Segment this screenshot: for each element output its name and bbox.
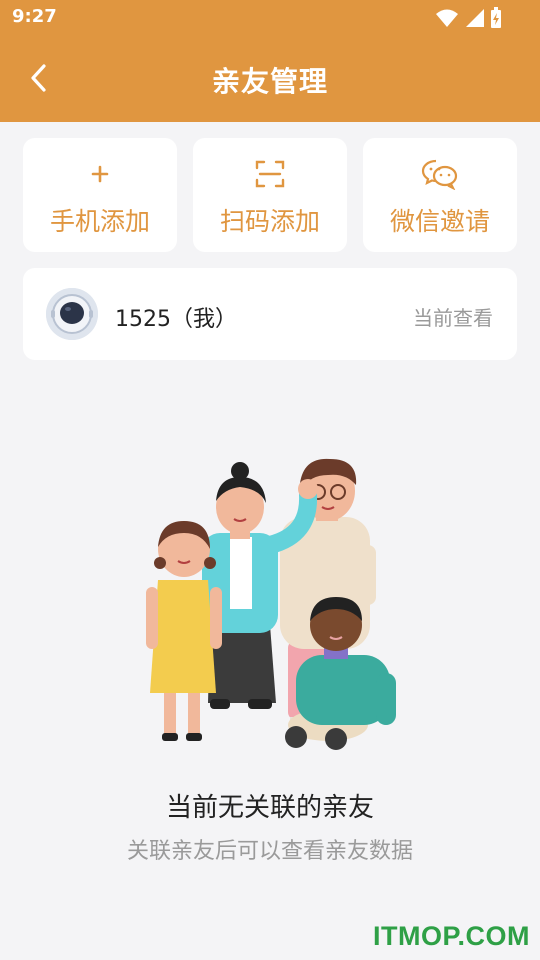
astronaut-avatar-icon	[46, 288, 98, 340]
phone-add-button[interactable]: 手机添加	[23, 138, 177, 252]
wechat-icon	[421, 159, 458, 190]
scan-add-label: 扫码添加	[219, 207, 320, 236]
plus-icon	[91, 165, 109, 183]
status-icons	[436, 7, 502, 29]
phone-add-label: 手机添加	[49, 207, 150, 236]
battery-icon	[491, 7, 501, 28]
current-user-card[interactable]: 1525（我） 当前查看	[23, 268, 517, 360]
wechat-invite-label: 微信邀请	[389, 207, 490, 236]
signal-icon	[466, 9, 484, 27]
scan-icon	[255, 160, 285, 188]
page-title: 亲友管理	[211, 65, 328, 98]
current-view-label: 当前查看	[413, 306, 493, 330]
user-name: 1525（我）	[115, 307, 237, 332]
wechat-invite-button[interactable]: 微信邀请	[363, 138, 517, 252]
add-actions: 手机添加 扫码添加 微信邀请	[23, 138, 517, 252]
watermark: ITMOP.COM	[372, 921, 530, 951]
empty-state-subtitle: 关联亲友后可以查看亲友数据	[126, 839, 413, 864]
status-time: 9:27	[12, 6, 57, 27]
family-illustration	[146, 458, 396, 750]
wifi-icon	[436, 9, 458, 27]
avatar	[46, 288, 98, 340]
nav-bar: 亲友管理	[0, 36, 540, 122]
empty-state-title: 当前无关联的亲友	[165, 793, 374, 823]
scan-add-button[interactable]: 扫码添加	[193, 138, 347, 252]
status-bar: 9:27	[0, 0, 540, 36]
